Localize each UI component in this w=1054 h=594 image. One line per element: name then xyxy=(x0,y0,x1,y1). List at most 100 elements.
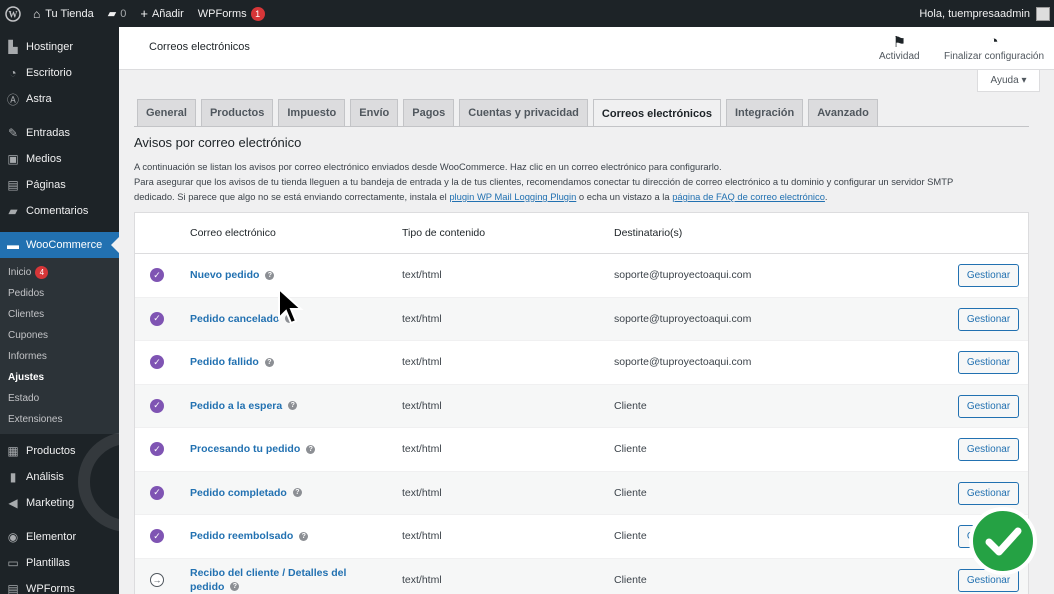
success-check-icon xyxy=(969,507,1037,575)
media-icon: ▣ xyxy=(7,152,19,166)
sidebar-item-wpforms[interactable]: ▤ WPForms xyxy=(0,576,119,594)
email-name-link[interactable]: Recibo del cliente / Detalles del pedido… xyxy=(190,566,380,594)
avatar[interactable] xyxy=(1036,6,1050,21)
sidebar-item-hostinger[interactable]: ▙ Hostinger xyxy=(0,34,119,60)
submenu-item-pedidos[interactable]: Pedidos xyxy=(0,283,119,304)
email-name-link[interactable]: Pedido reembolsado? xyxy=(190,530,309,542)
astra-icon: Ⓐ xyxy=(6,92,19,107)
submenu-item-inicio[interactable]: Inicio 4 xyxy=(0,262,119,283)
pages-icon: ▤ xyxy=(7,178,19,192)
wp-mail-logging-link[interactable]: plugin WP Mail Logging Plugin xyxy=(449,191,576,202)
email-name-link[interactable]: Pedido a la espera? xyxy=(190,400,298,412)
content-type: text/html xyxy=(402,312,442,325)
column-header-recipient: Destinatario(s) xyxy=(614,227,683,239)
recipient: soporte@tuproyectoaqui.com xyxy=(614,312,752,325)
inicio-badge: 4 xyxy=(35,266,49,279)
email-name-link[interactable]: Nuevo pedido? xyxy=(190,269,275,281)
help-tip-icon[interactable]: ? xyxy=(288,401,298,411)
sidebar-item-entradas[interactable]: ✎ Entradas xyxy=(0,120,119,146)
submenu-item-informes[interactable]: Informes xyxy=(0,346,119,367)
content-type: text/html xyxy=(402,269,442,281)
enabled-check-icon: ✓ xyxy=(150,398,164,413)
submenu-item-estado[interactable]: Estado xyxy=(0,388,119,409)
dashboard-icon: ◔ xyxy=(9,66,17,80)
submenu-item-cupones[interactable]: Cupones xyxy=(0,325,119,346)
comment-icon: ▰ xyxy=(107,8,117,20)
table-row[interactable]: ✓Pedido cancelado?text/htmlsoporte@tupro… xyxy=(135,297,1028,341)
help-tip-icon[interactable]: ? xyxy=(292,488,302,498)
new-label: Añadir xyxy=(151,7,184,20)
table-row[interactable]: ✓ Pedido completado? text/html Cliente Gesti… xyxy=(135,471,1028,515)
sidebar-item-medios[interactable]: ▣ Medios xyxy=(0,146,119,172)
email-name-link[interactable]: Pedido fallido? xyxy=(190,356,274,368)
manage-button[interactable]: Gestionar xyxy=(958,438,1019,461)
sidebar-item-escritorio[interactable]: ◔ Escritorio xyxy=(0,60,119,86)
disabled-arrow-icon: → xyxy=(150,572,164,587)
mouse-cursor-icon xyxy=(278,288,304,325)
help-tip-icon[interactable]: ? xyxy=(230,582,240,592)
manage-button[interactable]: Gestionar xyxy=(958,351,1019,374)
tab-impuesto[interactable]: Impuesto xyxy=(278,99,346,126)
manage-button[interactable]: Gestionar xyxy=(958,307,1019,331)
table-row[interactable]: ✓ Procesando tu pedido? text/html Cliente Ge… xyxy=(135,428,1028,472)
table-row[interactable]: ✓Pedido reembolsado?text/htmlClienteGest… xyxy=(135,515,1028,559)
tab-avanzado[interactable]: Avanzado xyxy=(808,99,878,126)
email-name-link[interactable]: Procesando tu pedido? xyxy=(190,443,316,455)
comments-link[interactable]: ▰ 0 xyxy=(101,0,134,27)
activity-button[interactable]: ⚑ Actividad xyxy=(879,33,920,62)
recipient: Cliente xyxy=(614,573,647,586)
sidebar-item-comentarios[interactable]: ▰ Comentarios xyxy=(0,198,119,224)
recipient: soporte@tuproyectoaqui.com xyxy=(614,356,752,368)
email-notifications-table: Correo electrónico Tipo de contenido Des… xyxy=(134,212,1029,594)
help-tip-icon[interactable]: ? xyxy=(299,531,309,541)
tab-pagos[interactable]: Pagos xyxy=(403,99,455,126)
comments-icon: ▰ xyxy=(8,204,18,218)
tab-productos[interactable]: Productos xyxy=(200,99,274,126)
wordpress-logo-icon[interactable]: W xyxy=(0,0,26,27)
tabs-divider xyxy=(134,126,1029,127)
tab-correos[interactable]: Correos electrónicos xyxy=(592,99,721,127)
sidebar-item-woocommerce[interactable]: ▬ WooCommerce xyxy=(0,232,119,258)
table-row[interactable]: ✓ Pedido a la espera? text/html Cliente Gest… xyxy=(135,384,1028,428)
table-row[interactable]: ✓ Nuevo pedido? text/html soporte@tuproyect… xyxy=(135,254,1028,298)
help-tab-button[interactable]: Ayuda ▾ xyxy=(977,70,1040,92)
column-header-content-type: Tipo de contenido xyxy=(402,227,486,239)
tab-general[interactable]: General xyxy=(137,99,196,126)
content-type: text/html xyxy=(402,573,442,586)
tab-envio[interactable]: Envío xyxy=(350,99,399,126)
sidebar-item-elementor[interactable]: ◉ Elementor xyxy=(0,524,119,550)
finish-setup-button[interactable]: ◔ Finalizar configuración xyxy=(944,33,1044,62)
wpforms-link[interactable]: WPForms 1 xyxy=(191,0,272,27)
new-content-link[interactable]: + Añadir xyxy=(133,0,190,27)
table-body: ✓ Nuevo pedido? text/html soporte@tuproyect… xyxy=(135,254,1028,594)
table-row[interactable]: → Recibo del cliente / Detalles del pedid… xyxy=(135,558,1028,594)
sidebar-item-paginas[interactable]: ▤ Páginas xyxy=(0,172,119,198)
plus-icon: + xyxy=(140,6,148,21)
submenu-item-ajustes[interactable]: Ajustes xyxy=(0,367,119,388)
tab-integracion[interactable]: Integración xyxy=(725,99,804,126)
tab-cuentas[interactable]: Cuentas y privacidad xyxy=(459,99,588,126)
greeting[interactable]: Hola, tuempresaadmin xyxy=(919,8,1030,20)
help-tip-icon[interactable]: ? xyxy=(265,270,275,280)
sidebar-item-plantillas[interactable]: ▭ Plantillas xyxy=(0,550,119,576)
table-row[interactable]: ✓ Pedido fallido? text/html soporte@tuproye… xyxy=(135,341,1028,385)
manage-button[interactable]: Gestionar xyxy=(958,264,1019,287)
enabled-check-icon: ✓ xyxy=(150,529,164,543)
recipient: soporte@tuproyectoaqui.com xyxy=(614,269,752,281)
email-name-link[interactable]: Pedido completado? xyxy=(190,487,302,499)
enabled-check-icon: ✓ xyxy=(150,442,164,456)
content-type: text/html xyxy=(402,356,442,368)
site-name-link[interactable]: ⌂ Tu Tienda xyxy=(26,0,101,27)
table-header: Correo electrónico Tipo de contenido Des… xyxy=(135,213,1028,254)
email-faq-link[interactable]: página de FAQ de correo electrónico xyxy=(672,191,825,202)
manage-button[interactable]: Gestionar xyxy=(958,394,1019,418)
admin-sidebar: ▙ Hostinger ◔ Escritorio Ⓐ Astra ✎ Entradas … xyxy=(0,27,119,594)
recipient: Cliente xyxy=(614,399,647,412)
submenu-item-extensiones[interactable]: Extensiones xyxy=(0,409,119,430)
help-tip-icon[interactable]: ? xyxy=(306,444,316,454)
help-tip-icon[interactable]: ? xyxy=(264,357,274,367)
sidebar-item-astra[interactable]: Ⓐ Astra xyxy=(0,86,119,112)
submenu-item-clientes[interactable]: Clientes xyxy=(0,304,119,325)
manage-button[interactable]: Gestionar xyxy=(958,481,1019,505)
woocommerce-submenu: Inicio 4 Pedidos Clientes Cupones Informe… xyxy=(0,258,119,434)
